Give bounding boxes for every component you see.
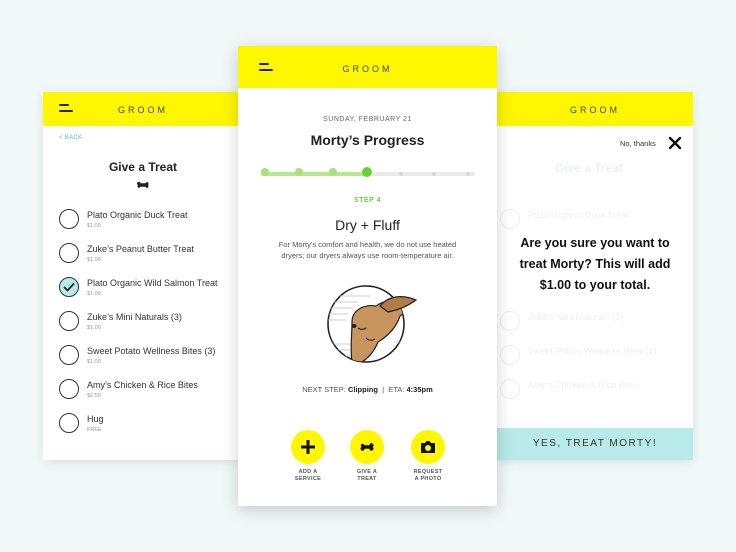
app-header: GROOM — [238, 46, 497, 88]
action-label: GIVE A TREAT — [356, 469, 378, 482]
progress-screen: GROOM SUNDAY, FEBRUARY 21 Morty’s Progre… — [238, 46, 497, 506]
faded-radio — [500, 345, 520, 365]
treat-price: $2.50 — [87, 393, 101, 399]
app-header: GROOM — [497, 92, 693, 126]
treat-option[interactable]: Plato Organic Duck Treat $1.00 — [59, 209, 239, 239]
separator: | — [382, 385, 385, 394]
date-label: SUNDAY, FEBRUARY 21 — [323, 116, 412, 123]
radio-button[interactable] — [59, 209, 79, 229]
no-thanks-link[interactable]: No, thanks — [620, 139, 656, 148]
treat-price: $1.00 — [87, 325, 101, 331]
faded-treat-name: Plato Organic Duck Treat — [528, 210, 629, 220]
treat-name: Plato Organic Wild Salmon Treat — [87, 278, 218, 288]
page-title: Give a Treat — [108, 160, 178, 174]
faded-treat-name: Sweet Potato Wellness Bites (3) — [528, 346, 657, 356]
step-description: For Morty’s comfort and health, we do no… — [278, 240, 457, 260]
add-service-action[interactable]: ADD A SERVICE — [278, 430, 338, 483]
progress-step-dot — [398, 172, 403, 176]
back-link[interactable]: < BACK — [59, 135, 82, 141]
faded-title: Give a Treat — [555, 161, 624, 175]
treat-price: $1.00 — [87, 257, 101, 263]
app-header: GROOM — [43, 92, 243, 126]
step-title: Dry + Fluff — [335, 217, 400, 233]
next-step-info: NEXT STEP: Clipping | ETA: 4:35pm — [238, 385, 497, 394]
give-treat-action[interactable]: GIVE A TREAT — [337, 430, 397, 483]
bone-icon — [360, 443, 374, 451]
eta-value: 4:35pm — [406, 385, 433, 394]
checkmark-icon — [63, 282, 75, 292]
next-step-value: Clipping — [347, 385, 378, 394]
treat-name: Zuke’s Peanut Butter Treat — [87, 244, 194, 254]
radio-button[interactable] — [59, 379, 79, 399]
treat-option[interactable]: Plato Organic Wild Salmon Treat $1.00 — [59, 277, 239, 307]
progress-step-dot — [361, 167, 372, 177]
treat-price: $1.00 — [87, 223, 101, 229]
radio-button[interactable] — [59, 345, 79, 365]
treat-option[interactable]: Sweet Potato Wellness Bites (3) $1.00 — [59, 345, 239, 375]
treat-name: Plato Organic Duck Treat — [87, 210, 188, 220]
action-label: ADD A SERVICE — [294, 469, 322, 482]
plus-icon — [301, 440, 315, 454]
add-service-button[interactable] — [291, 430, 325, 464]
bone-icon — [136, 181, 149, 188]
radio-button[interactable] — [59, 243, 79, 263]
faded-radio — [500, 209, 520, 229]
treat-price: $1.00 — [87, 359, 101, 365]
treat-option[interactable]: Hug FREE — [59, 413, 239, 443]
progress-step-dot — [294, 168, 303, 176]
confirm-treat-screen: GROOM Give a Treat Plato Organic Duck Tr… — [497, 92, 693, 460]
camera-icon — [421, 441, 435, 453]
give-treat-screen: GROOM < BACK Give a Treat Plato Organic … — [43, 92, 243, 460]
radio-button[interactable] — [59, 311, 79, 331]
request-photo-button[interactable] — [411, 430, 445, 464]
faded-treat-name: Amy’s Chicken & Rice Bites — [528, 380, 639, 390]
radio-button[interactable] — [59, 413, 79, 433]
progress-step-dot — [328, 168, 337, 176]
treat-price: FREE — [87, 427, 102, 433]
treat-name: Sweet Potato Wellness Bites (3) — [87, 346, 216, 356]
treat-name: Zuke’s Mini Naturals (3) — [87, 312, 182, 322]
dog-illustration — [327, 285, 418, 363]
treat-name: Hug — [87, 414, 104, 424]
progress-fill — [261, 172, 367, 176]
faded-treat-name: Zuke’s Mini Naturals (3) — [528, 312, 623, 322]
treat-price: $1.00 — [87, 291, 101, 297]
brand-title: GROOM — [118, 105, 168, 115]
give-treat-button[interactable] — [350, 430, 384, 464]
page-title: Morty’s Progress — [310, 132, 425, 148]
confirm-treat-button[interactable]: YES, TREAT MORTY! — [497, 428, 693, 460]
radio-button-checked[interactable] — [59, 277, 79, 297]
treat-name: Amy’s Chicken & Rice Bites — [87, 380, 198, 390]
faded-radio — [500, 379, 520, 399]
faded-radio — [500, 311, 520, 331]
eta-prefix: ETA: — [388, 385, 405, 394]
action-label: REQUEST A PHOTO — [413, 469, 443, 482]
treat-option[interactable]: Amy’s Chicken & Rice Bites $2.50 — [59, 379, 239, 409]
close-icon[interactable] — [668, 136, 682, 150]
brand-title: GROOM — [570, 105, 620, 115]
treat-option[interactable]: Zuke’s Mini Naturals (3) $1.00 — [59, 311, 239, 341]
next-step-prefix: NEXT STEP: — [302, 385, 346, 394]
step-label: STEP 4 — [354, 197, 381, 204]
confirm-message: Are you sure you want to treat Morty? Th… — [519, 236, 671, 292]
brand-title: GROOM — [342, 64, 393, 74]
request-photo-action[interactable]: REQUEST A PHOTO — [398, 430, 458, 483]
progress-step-dot — [261, 168, 269, 176]
treat-option[interactable]: Zuke’s Peanut Butter Treat $1.00 — [59, 243, 239, 273]
